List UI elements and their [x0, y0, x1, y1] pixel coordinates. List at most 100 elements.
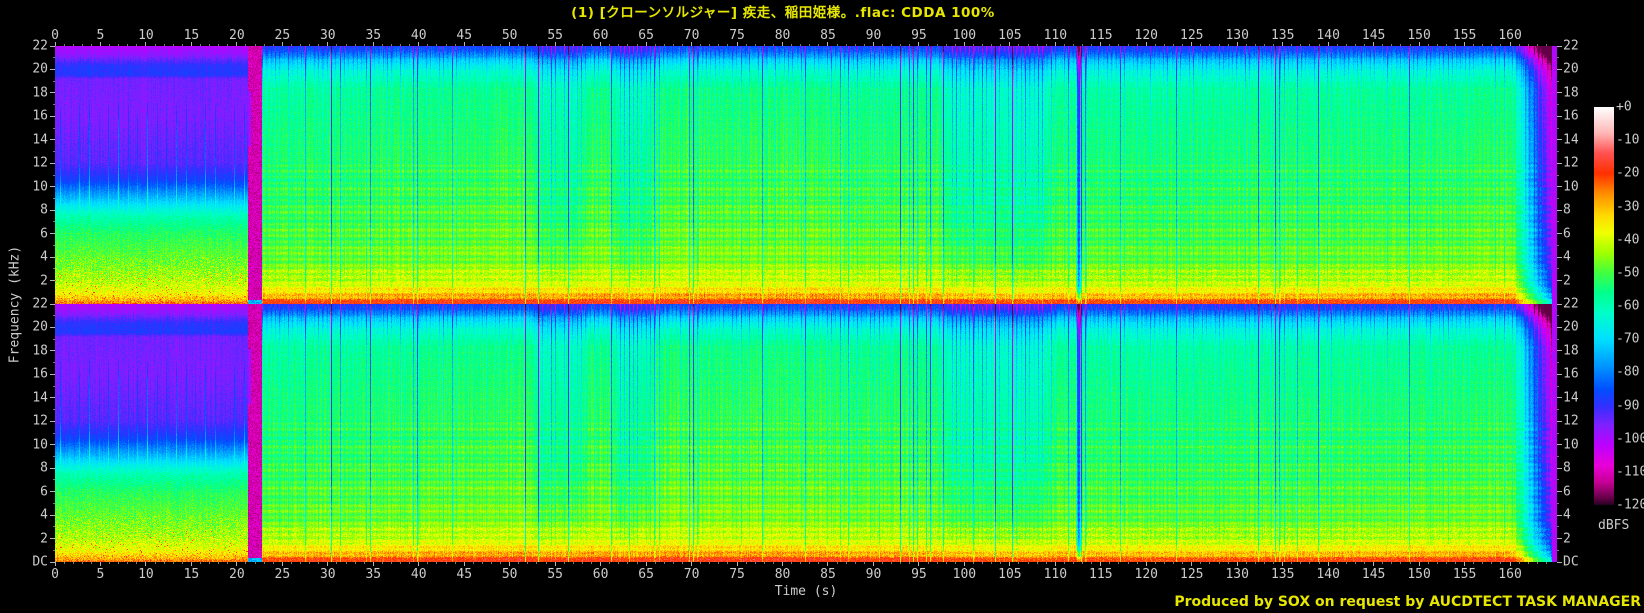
x-minor-tick [1309, 44, 1310, 46]
y-tick-label: 8 [1563, 204, 1571, 217]
x-minor-tick [1455, 562, 1456, 564]
x-tick-label: 90 [866, 29, 882, 42]
x-minor-tick [1182, 562, 1183, 564]
x-minor-tick [682, 44, 683, 46]
x-minor-tick [937, 44, 938, 46]
x-minor-tick [709, 562, 710, 564]
x-minor-tick [1346, 562, 1347, 564]
x-tick-mark [1191, 562, 1192, 566]
y-minor-tick [53, 128, 55, 129]
y-minor-tick [53, 456, 55, 457]
x-minor-tick [173, 44, 174, 46]
x-tick-label: 90 [866, 568, 882, 581]
x-minor-tick [1319, 562, 1320, 564]
x-tick-label: 150 [1407, 29, 1430, 42]
y-tick-mark [50, 468, 55, 469]
x-tick-label: 120 [1135, 29, 1158, 42]
x-minor-tick [864, 44, 865, 46]
x-minor-tick [1128, 562, 1129, 564]
x-minor-tick [273, 562, 274, 564]
x-minor-tick [1528, 562, 1529, 564]
x-tick-label: 120 [1135, 568, 1158, 581]
x-minor-tick [173, 562, 174, 564]
x-minor-tick [891, 44, 892, 46]
x-minor-tick [746, 44, 747, 46]
x-minor-tick [82, 44, 83, 46]
x-minor-tick [182, 44, 183, 46]
y-minor-tick [53, 221, 55, 222]
y-tick-label: 16 [1563, 368, 1579, 381]
x-minor-tick [718, 562, 719, 564]
y-minor-tick [53, 339, 55, 340]
x-tick-mark [827, 562, 828, 566]
x-minor-tick [1128, 44, 1129, 46]
x-tick-mark [691, 42, 692, 46]
x-tick-label: 95 [911, 29, 927, 42]
x-minor-tick [673, 44, 674, 46]
x-minor-tick [1528, 44, 1529, 46]
x-minor-tick [1428, 562, 1429, 564]
sox-spectrogram-window: (1) [クローンソルジャー] 疾走、稲田姫様。.flac: CDDA 100%… [0, 0, 1644, 613]
x-minor-tick [1000, 44, 1001, 46]
x-tick-label: 20 [229, 568, 245, 581]
x-minor-tick [136, 44, 137, 46]
x-minor-tick [1246, 562, 1247, 564]
x-tick-label: 135 [1271, 568, 1294, 581]
x-minor-tick [846, 44, 847, 46]
x-tick-mark [1237, 562, 1238, 566]
x-minor-tick [336, 44, 337, 46]
x-minor-tick [64, 44, 65, 46]
x-minor-tick [1109, 562, 1110, 564]
x-tick-label: 55 [547, 29, 563, 42]
y-minor-tick [53, 362, 55, 363]
x-minor-tick [773, 562, 774, 564]
x-minor-tick [718, 44, 719, 46]
x-minor-tick [1519, 562, 1520, 564]
x-minor-tick [336, 562, 337, 564]
x-tick-mark [236, 562, 237, 566]
x-minor-tick [1264, 562, 1265, 564]
x-minor-tick [1137, 562, 1138, 564]
x-minor-tick [1137, 44, 1138, 46]
x-minor-tick [91, 562, 92, 564]
x-minor-tick [182, 562, 183, 564]
y-tick-mark [50, 562, 55, 563]
x-tick-mark [873, 562, 874, 566]
y-tick-mark [1557, 491, 1562, 492]
x-tick-mark [964, 42, 965, 46]
x-tick-label: 45 [456, 29, 472, 42]
x-tick-label: 110 [1044, 29, 1067, 42]
x-minor-tick [473, 562, 474, 564]
x-minor-tick [1064, 562, 1065, 564]
y-tick-mark [1557, 116, 1562, 117]
y-tick-mark [1557, 515, 1562, 516]
y-tick-mark [1557, 233, 1562, 234]
x-tick-mark [1419, 42, 1420, 46]
x-minor-tick [200, 562, 201, 564]
y-minor-tick [53, 503, 55, 504]
x-minor-tick [436, 562, 437, 564]
y-tick-mark [50, 257, 55, 258]
y-tick-mark [1557, 444, 1562, 445]
x-tick-mark [1009, 562, 1010, 566]
x-minor-tick [200, 44, 201, 46]
x-minor-tick [727, 562, 728, 564]
x-minor-tick [527, 562, 528, 564]
x-tick-label: 145 [1362, 29, 1385, 42]
y-tick-mark [50, 350, 55, 351]
x-tick-mark [373, 562, 374, 566]
x-minor-tick [582, 562, 583, 564]
x-tick-label: 140 [1316, 568, 1339, 581]
x-tick-label: 65 [638, 29, 654, 42]
x-minor-tick [1400, 44, 1401, 46]
x-tick-label: 140 [1316, 29, 1339, 42]
x-minor-tick [818, 44, 819, 46]
page-title: (1) [クローンソルジャー] 疾走、稲田姫様。.flac: CDDA 100% [0, 1, 1566, 21]
x-minor-tick [1473, 44, 1474, 46]
x-tick-mark [1464, 562, 1465, 566]
x-minor-tick [791, 562, 792, 564]
x-tick-mark [145, 562, 146, 566]
y-tick-label: 4 [1563, 509, 1571, 522]
x-minor-tick [245, 44, 246, 46]
x-minor-tick [618, 44, 619, 46]
